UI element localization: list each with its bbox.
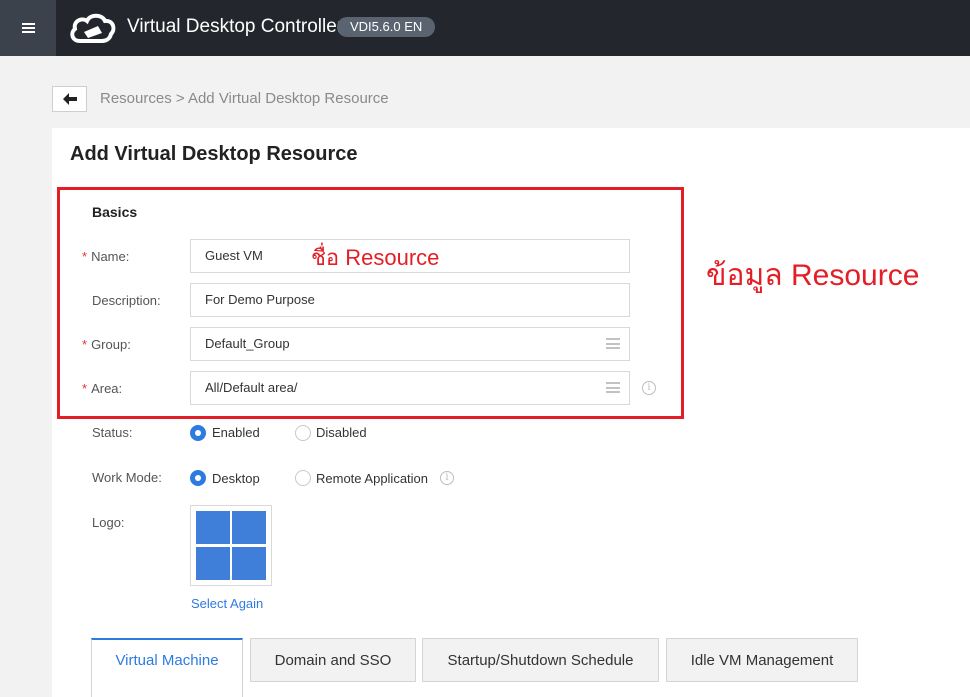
annotation-box xyxy=(57,187,684,419)
cloud-logo-icon xyxy=(70,13,116,43)
work-mode-remote-label[interactable]: Remote Application xyxy=(316,471,428,486)
work-mode-label: Work Mode: xyxy=(92,470,162,485)
tab-virtual-machine[interactable]: Virtual Machine xyxy=(91,638,243,697)
back-button[interactable] xyxy=(52,86,87,112)
top-bar: Virtual Desktop Controller VDI5.6.0 EN xyxy=(0,0,970,56)
tab-idle-vm[interactable]: Idle VM Management xyxy=(666,638,858,682)
logo-preview[interactable] xyxy=(190,505,272,586)
annotation-section-note: ข้อมูล Resource xyxy=(706,259,920,292)
select-again-link[interactable]: Select Again xyxy=(191,596,263,611)
menu-icon[interactable] xyxy=(0,0,56,56)
work-mode-remote-radio[interactable] xyxy=(295,470,311,486)
version-badge: VDI5.6.0 EN xyxy=(337,17,436,37)
status-label: Status: xyxy=(92,425,133,440)
work-mode-desktop-radio[interactable] xyxy=(190,470,206,486)
work-mode-desktop-label[interactable]: Desktop xyxy=(212,471,260,486)
tab-domain-sso[interactable]: Domain and SSO xyxy=(250,638,416,682)
tab-startup-shutdown[interactable]: Startup/Shutdown Schedule xyxy=(422,638,659,682)
status-enabled-label[interactable]: Enabled xyxy=(212,425,260,440)
status-disabled-label[interactable]: Disabled xyxy=(316,425,367,440)
info-icon[interactable]: i xyxy=(440,471,454,485)
status-enabled-radio[interactable] xyxy=(190,425,206,441)
logo-label: Logo: xyxy=(92,515,125,530)
page-title: Add Virtual Desktop Resource xyxy=(70,143,358,165)
status-disabled-radio[interactable] xyxy=(295,425,311,441)
breadcrumb[interactable]: Resources > Add Virtual Desktop Resource xyxy=(100,90,389,107)
app-title: Virtual Desktop Controller xyxy=(127,16,344,37)
annotation-name-note: ชื่อ Resource xyxy=(311,245,440,270)
back-arrow-icon xyxy=(62,93,77,105)
